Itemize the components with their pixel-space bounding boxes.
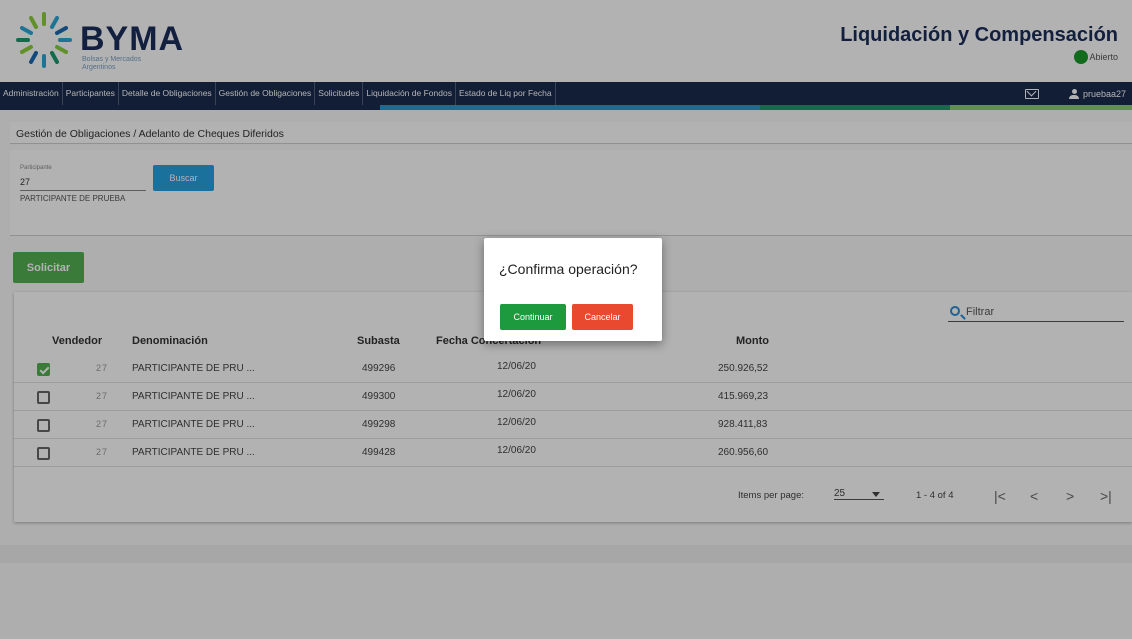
confirm-dialog: ¿Confirma operación? Continuar Cancelar [484,238,662,341]
dialog-title: ¿Confirma operación? [499,261,638,277]
continue-button[interactable]: Continuar [500,304,566,330]
cancel-button[interactable]: Cancelar [572,304,633,330]
